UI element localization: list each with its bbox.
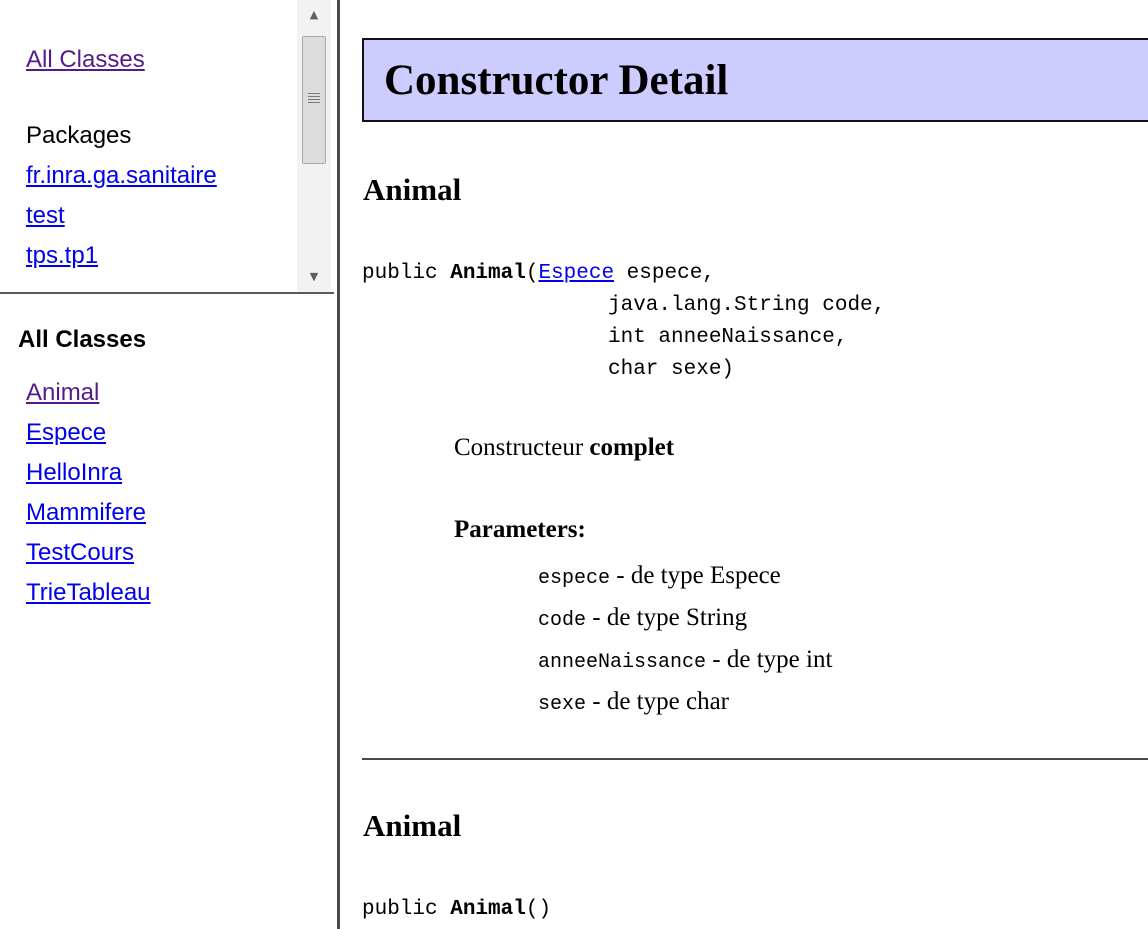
class-link-trietableau[interactable]: TrieTableau bbox=[26, 579, 151, 606]
signature-param: espece, bbox=[614, 262, 715, 285]
parameter-name: code bbox=[538, 609, 587, 632]
all-classes-heading: All Classes bbox=[18, 326, 147, 353]
signature-open-paren: ( bbox=[525, 262, 539, 285]
class-link-helloinra[interactable]: HelloInra bbox=[26, 459, 122, 486]
class-link-animal[interactable]: Animal bbox=[26, 379, 99, 406]
signature-modifier: public bbox=[362, 898, 451, 921]
espece-type-link[interactable]: Espece bbox=[538, 262, 614, 285]
vertical-frame-splitter[interactable] bbox=[334, 0, 346, 929]
section-title: Constructor Detail bbox=[384, 57, 729, 104]
signature-parens: () bbox=[525, 898, 552, 921]
parameter-description: - de type int bbox=[706, 646, 833, 673]
description-text: Constructeur bbox=[454, 434, 590, 461]
list-item: HelloInra bbox=[26, 453, 151, 493]
class-detail-frame: Constructor Detail Animal public Animal(… bbox=[346, 0, 1148, 929]
constructor-name: Animal bbox=[363, 172, 462, 207]
class-list: Animal Espece HelloInra Mammifere TestCo… bbox=[26, 373, 151, 613]
package-frame-scrollbar[interactable]: ▲ ▼ bbox=[297, 0, 331, 292]
parameter-name: espece bbox=[538, 567, 611, 590]
constructor-name: Animal bbox=[363, 808, 462, 843]
scroll-down-arrow-icon[interactable]: ▼ bbox=[297, 262, 331, 292]
parameter-description: - de type char bbox=[586, 688, 729, 715]
constructor-description: Constructeur complet bbox=[454, 434, 674, 462]
package-link-fr-inra-ga-sanitaire[interactable]: fr.inra.ga.sanitaire bbox=[26, 162, 217, 189]
navigation-frames: All Classes Packages fr.inra.ga.sanitair… bbox=[0, 0, 334, 929]
all-classes-link[interactable]: All Classes bbox=[26, 44, 145, 76]
scroll-up-arrow-icon[interactable]: ▲ bbox=[297, 0, 331, 30]
package-list-frame: All Classes Packages fr.inra.ga.sanitair… bbox=[0, 0, 334, 292]
parameter-item: sexe - de type char bbox=[538, 688, 729, 716]
constructor-signature-line: public Animal() bbox=[362, 898, 551, 921]
signature-method-name: Animal bbox=[450, 262, 526, 285]
list-item: Mammifere bbox=[26, 493, 151, 533]
list-item: TestCours bbox=[26, 533, 151, 573]
packages-heading: Packages bbox=[26, 122, 132, 149]
list-item: tps.tp1 bbox=[26, 236, 217, 276]
parameter-name: anneeNaissance bbox=[538, 651, 707, 674]
signature-param: char sexe) bbox=[608, 358, 735, 381]
list-item: Animal bbox=[26, 373, 151, 413]
constructor-detail-banner: Constructor Detail bbox=[362, 38, 1148, 122]
horizontal-frame-splitter[interactable] bbox=[0, 292, 334, 299]
signature-param: int anneeNaissance, bbox=[608, 326, 848, 349]
parameters-label: Parameters: bbox=[454, 516, 586, 543]
list-item: fr.inra.ga.sanitaire bbox=[26, 156, 217, 196]
class-link-espece[interactable]: Espece bbox=[26, 419, 106, 446]
class-link-mammifere[interactable]: Mammifere bbox=[26, 499, 146, 526]
scrollbar-thumb[interactable] bbox=[302, 36, 326, 164]
list-item: Espece bbox=[26, 413, 151, 453]
class-list-frame: All Classes Animal Espece HelloInra Mamm… bbox=[0, 299, 334, 929]
list-item: test bbox=[26, 196, 217, 236]
signature-method-name: Animal bbox=[450, 898, 526, 921]
signature-param: java.lang.String code, bbox=[608, 294, 886, 317]
grip-icon bbox=[308, 93, 320, 103]
parameter-name: sexe bbox=[538, 693, 587, 716]
package-link-test[interactable]: test bbox=[26, 202, 65, 229]
package-list: fr.inra.ga.sanitaire test tps.tp1 bbox=[26, 156, 217, 276]
list-item: TrieTableau bbox=[26, 573, 151, 613]
constructor-signature-line: public Animal(Espece espece, bbox=[362, 262, 715, 285]
parameter-item: code - de type String bbox=[538, 604, 747, 632]
signature-modifier: public bbox=[362, 262, 451, 285]
class-link-testcours[interactable]: TestCours bbox=[26, 539, 134, 566]
member-divider bbox=[362, 758, 1148, 760]
parameter-item: espece - de type Espece bbox=[538, 562, 781, 590]
parameter-description: - de type Espece bbox=[610, 562, 781, 589]
package-link-tps-tp1[interactable]: tps.tp1 bbox=[26, 242, 98, 269]
parameter-item: anneeNaissance - de type int bbox=[538, 646, 832, 674]
description-emphasis: complet bbox=[589, 434, 675, 461]
parameter-description: - de type String bbox=[586, 604, 748, 631]
